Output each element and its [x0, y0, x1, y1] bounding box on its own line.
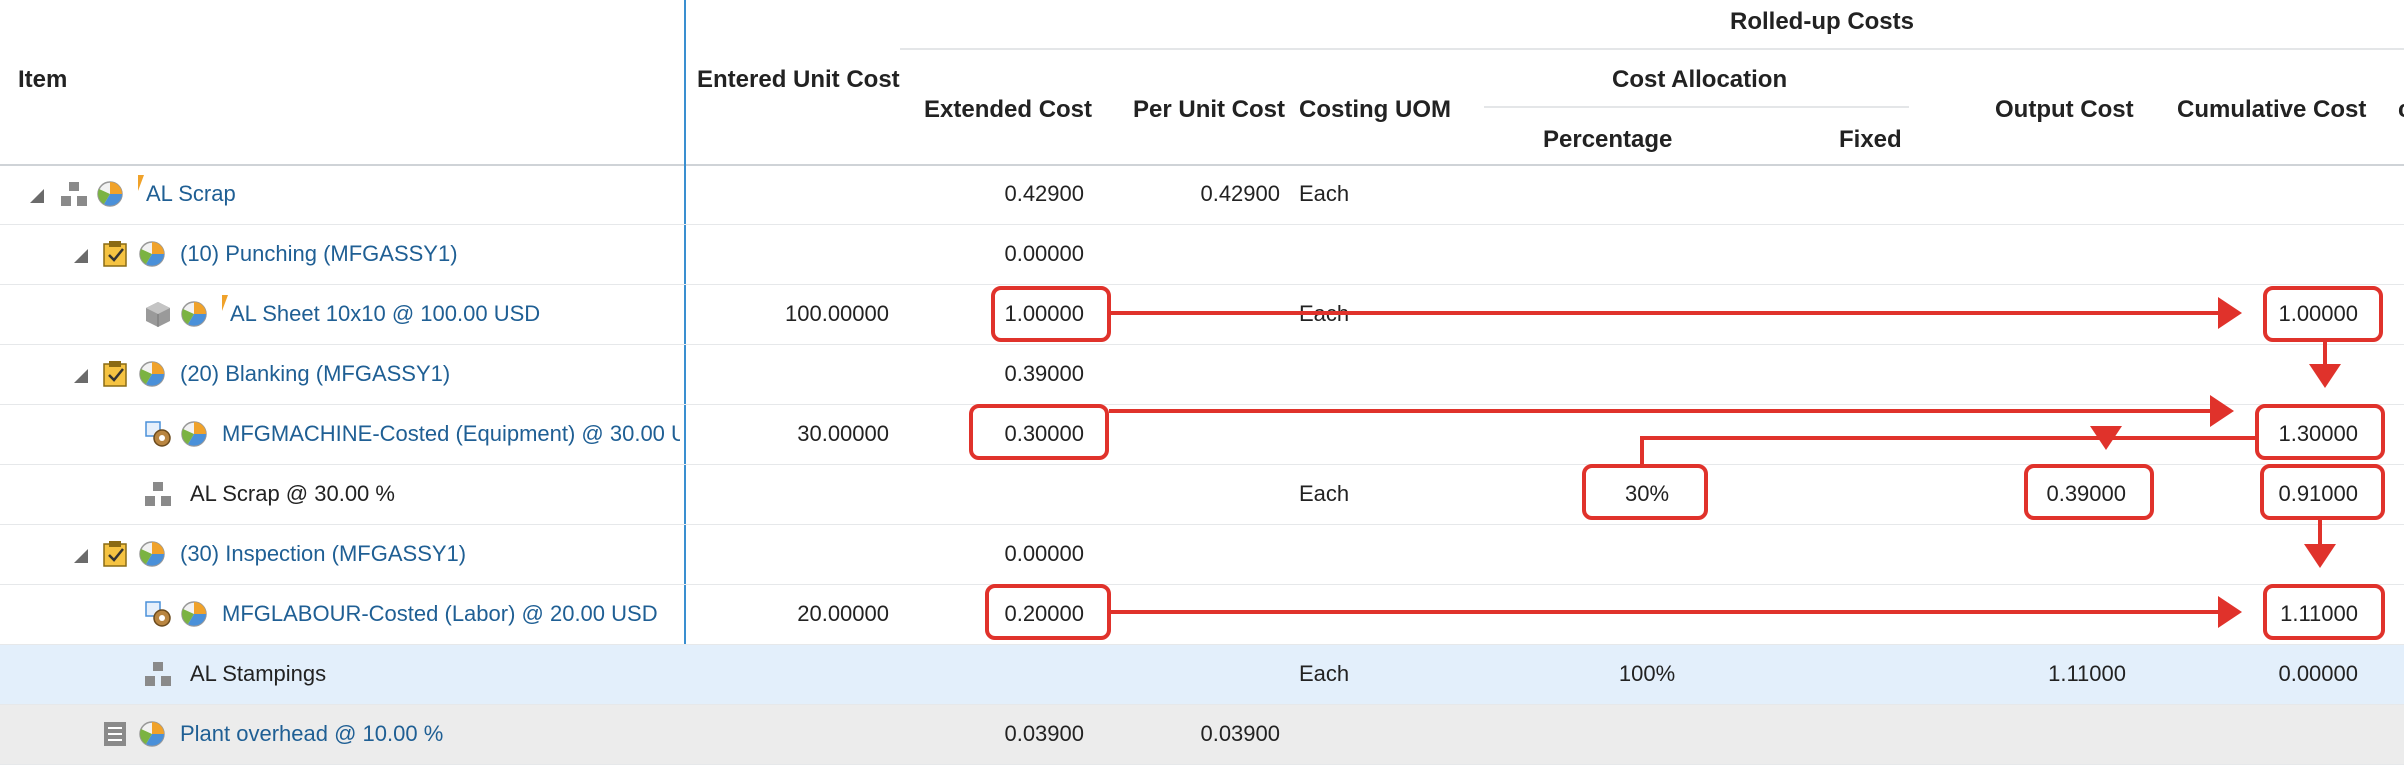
item-link[interactable]: Plant overhead @ 10.00 % [180, 721, 443, 747]
item-label: AL Scrap @ 30.00 % [190, 481, 395, 506]
collapse-icon[interactable] [30, 189, 44, 203]
cost-analysis-icon [181, 601, 207, 627]
column-header-item[interactable]: Item [18, 66, 67, 94]
annotation-box [1582, 464, 1708, 520]
collapse-icon[interactable] [74, 369, 88, 383]
header-divider [1484, 106, 1909, 108]
cost-analysis-icon [139, 361, 165, 387]
column-group-rolled-up-costs: Rolled-up Costs [1730, 8, 1914, 35]
table-row[interactable]: AL Scrap 0.42900 0.42900 Each [0, 165, 2404, 225]
entered-unit-cost-value: 100.00000 [785, 301, 889, 326]
cumulative-cost-value: 0.00000 [2278, 661, 2358, 686]
column-header-percentage[interactable]: Percentage [1543, 126, 1672, 154]
resource-labor-icon [145, 601, 171, 627]
item-cube-icon [146, 302, 170, 327]
extended-cost-value: 0.39000 [1004, 361, 1084, 386]
table-row[interactable]: (30) Inspection (MFGASSY1) 0.00000 [0, 525, 2404, 585]
annotation-box [2260, 464, 2385, 520]
extended-cost-value: 0.00000 [1004, 541, 1084, 566]
column-group-cost-allocation: Cost Allocation [1612, 66, 1788, 93]
table-row[interactable]: (10) Punching (MFGASSY1) 0.00000 [0, 225, 2404, 285]
annotation-box [985, 584, 1111, 640]
item-link[interactable]: AL Scrap [146, 181, 236, 207]
column-header-overflow: c [2398, 96, 2404, 124]
operation-checklist-icon [103, 241, 127, 267]
modified-flag-icon [138, 175, 144, 191]
resource-equipment-icon [145, 421, 171, 447]
cost-analysis-icon [139, 721, 165, 747]
overhead-list-icon [104, 722, 126, 746]
column-header-per-unit-cost[interactable]: Per Unit Cost [1133, 96, 1285, 124]
column-header-output-cost[interactable]: Output Cost [1995, 96, 2134, 124]
percentage-value: 100% [1618, 661, 1676, 686]
entered-unit-cost-value: 30.00000 [797, 421, 889, 446]
output-cost-value: 1.11000 [2048, 661, 2126, 686]
item-link[interactable]: (10) Punching (MFGASSY1) [180, 241, 458, 267]
column-header-extended-cost[interactable]: Extended Cost [924, 96, 1092, 124]
column-header-fixed[interactable]: Fixed [1839, 126, 1902, 154]
structure-icon [145, 482, 171, 506]
annotation-box [2024, 464, 2154, 520]
operation-checklist-icon [103, 541, 127, 567]
annotation-box [2255, 404, 2385, 460]
annotation-box [2263, 584, 2385, 640]
collapse-icon[interactable] [74, 549, 88, 563]
annotation-box [969, 404, 1109, 460]
cost-analysis-icon [139, 541, 165, 567]
table-row[interactable]: AL Sheet 10x10 @ 100.00 USD 100.00000 1.… [0, 285, 2404, 345]
structure-icon [61, 182, 87, 206]
item-link[interactable]: MFGLABOUR-Costed (Labor) @ 20.00 USD [222, 601, 658, 627]
costing-uom-value: Each [1299, 301, 1350, 326]
extended-cost-value: 0.00000 [1004, 241, 1084, 266]
per-unit-cost-value: 0.42900 [1200, 181, 1280, 206]
modified-flag-icon [222, 295, 228, 311]
annotation-box [991, 286, 1111, 342]
annotation-box [2263, 286, 2383, 342]
table-row-total[interactable]: Plant overhead @ 10.00 % 0.03900 0.03900 [0, 705, 2404, 765]
table-row[interactable]: MFGMACHINE-Costed (Equipment) @ 30.00 US… [0, 405, 2404, 465]
per-unit-cost-value: 0.03900 [1200, 721, 1280, 746]
cost-analysis-icon [97, 181, 123, 207]
table-row[interactable]: (20) Blanking (MFGASSY1) 0.39000 [0, 345, 2404, 405]
extended-cost-value: 0.42900 [1004, 181, 1084, 206]
cost-analysis-icon [181, 421, 207, 447]
table-row[interactable]: MFGLABOUR-Costed (Labor) @ 20.00 USD 20.… [0, 585, 2404, 645]
header-divider [900, 48, 2404, 50]
table-row-selected[interactable]: AL Stampings Each 100% 1.11000 0.00000 [0, 645, 2404, 705]
item-link[interactable]: MFGMACHINE-Costed (Equipment) @ 30.00 US [222, 421, 680, 447]
costing-uom-value: Each [1299, 661, 1350, 686]
item-label: AL Stampings [190, 661, 327, 686]
cost-analysis-icon [139, 241, 165, 267]
item-link[interactable]: (20) Blanking (MFGASSY1) [180, 361, 450, 387]
cost-analysis-icon [181, 301, 207, 327]
entered-unit-cost-value: 20.00000 [797, 601, 889, 626]
column-header-costing-uom[interactable]: Costing UOM [1299, 96, 1451, 124]
costing-uom-value: Each [1299, 181, 1350, 206]
costing-uom-value: Each [1299, 481, 1350, 506]
collapse-icon[interactable] [74, 249, 88, 263]
column-header-cumulative-cost[interactable]: Cumulative Cost [2177, 96, 2366, 124]
item-link[interactable]: (30) Inspection (MFGASSY1) [180, 541, 466, 567]
operation-checklist-icon [103, 361, 127, 387]
extended-cost-value: 0.03900 [1004, 721, 1084, 746]
item-link[interactable]: AL Sheet 10x10 @ 100.00 USD [230, 301, 540, 327]
column-header-entered-unit-cost[interactable]: Entered Unit Cost [697, 66, 900, 94]
structure-icon [145, 662, 171, 686]
